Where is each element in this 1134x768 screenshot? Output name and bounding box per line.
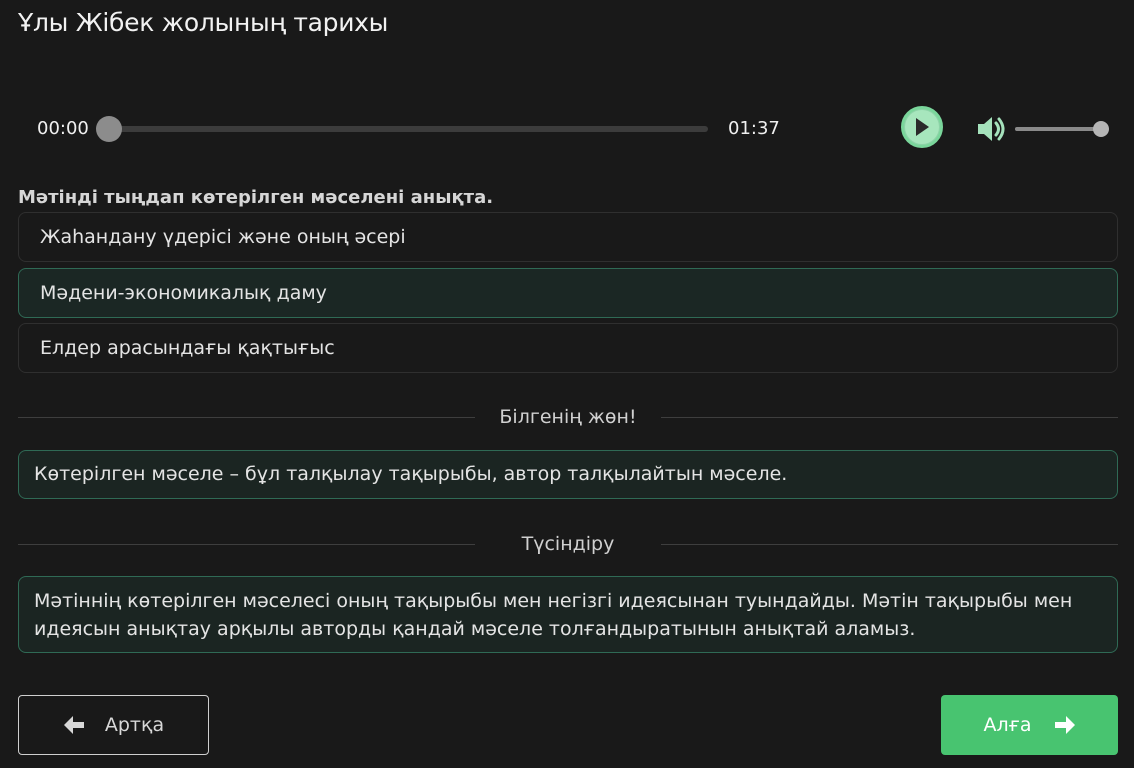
audio-player: 00:00 01:37 — [0, 100, 1134, 158]
back-button[interactable]: Артқа — [18, 695, 209, 755]
volume-icon[interactable] — [975, 114, 1007, 144]
progress-slider[interactable] — [96, 116, 708, 142]
divider-line — [661, 544, 1118, 545]
progress-thumb[interactable] — [96, 116, 122, 142]
current-time: 00:00 — [37, 118, 89, 139]
question-prompt: Мәтінді тыңдап көтерілген мәселені анықт… — [18, 187, 494, 208]
play-icon — [916, 118, 929, 136]
tip-heading: Білгенің жөн! — [499, 406, 637, 428]
volume-fill — [1015, 121, 1109, 137]
tip-divider: Білгенің жөн! — [18, 402, 1118, 432]
arrow-right-icon — [1054, 716, 1075, 734]
page-title: Ұлы Жібек жолының тарихы — [18, 8, 389, 37]
divider-line — [661, 417, 1118, 418]
volume-thumb[interactable] — [1093, 121, 1109, 137]
back-button-label: Артқа — [104, 714, 165, 736]
answer-option-3[interactable]: Елдер арасындағы қақтығыс — [18, 323, 1118, 373]
play-button[interactable] — [901, 106, 943, 148]
answer-option-1[interactable]: Жаһандану үдерісі және оның әсері — [18, 212, 1118, 262]
divider-line — [18, 417, 475, 418]
answer-option-2[interactable]: Мәдени-экономикалық даму — [18, 268, 1118, 318]
tip-box: Көтерілген мәселе – бұл талқылау тақырыб… — [18, 450, 1118, 499]
explanation-box: Мәтіннің көтерілген мәселесі оның тақыры… — [18, 576, 1118, 653]
duration-time: 01:37 — [728, 118, 780, 139]
next-button-label: Алға — [983, 714, 1032, 736]
volume-slider[interactable] — [1015, 121, 1109, 137]
divider-line — [18, 544, 475, 545]
arrow-left-icon — [63, 716, 84, 734]
explanation-heading: Түсіндіру — [521, 533, 615, 555]
next-button[interactable]: Алға — [941, 695, 1118, 755]
explanation-divider: Түсіндіру — [18, 529, 1118, 559]
